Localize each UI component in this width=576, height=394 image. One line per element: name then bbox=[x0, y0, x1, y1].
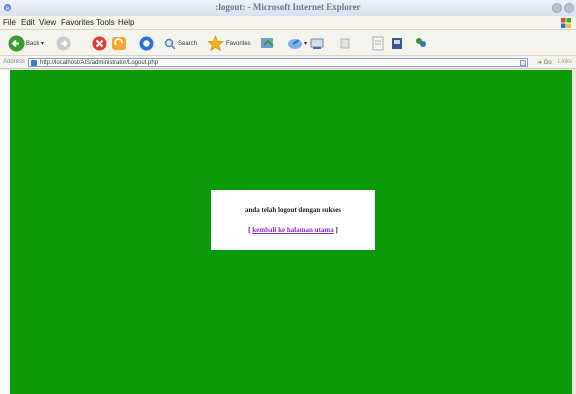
title-bar: e :logout: - Microsoft Internet Explorer bbox=[0, 0, 576, 16]
windows-logo-icon bbox=[561, 18, 571, 28]
browser-window: e :logout: - Microsoft Internet Explorer… bbox=[0, 0, 576, 394]
menu-favorites[interactable]: Favorites bbox=[61, 18, 94, 27]
menu-edit[interactable]: Edit bbox=[21, 18, 35, 27]
minimize-button[interactable] bbox=[552, 3, 562, 13]
mail-icon[interactable] bbox=[310, 37, 324, 50]
refresh-icon[interactable] bbox=[111, 36, 127, 51]
go-button[interactable]: ➜ Go bbox=[537, 59, 552, 66]
back-icon[interactable] bbox=[8, 35, 25, 52]
address-url[interactable]: http://localhost/AIS/administrator/Logou… bbox=[40, 59, 158, 67]
page-icon bbox=[31, 60, 37, 66]
menu-file[interactable]: File bbox=[3, 18, 16, 27]
menu-help[interactable]: Help bbox=[118, 18, 134, 27]
bracket-close: ] bbox=[335, 226, 338, 234]
menu-view[interactable]: View bbox=[39, 18, 56, 27]
home-icon[interactable] bbox=[139, 36, 154, 51]
search-icon[interactable] bbox=[164, 38, 176, 50]
links-button[interactable]: Links bbox=[558, 59, 572, 65]
address-dropdown-icon[interactable] bbox=[520, 60, 526, 66]
close-button[interactable] bbox=[564, 3, 574, 13]
forward-icon[interactable] bbox=[56, 36, 71, 51]
address-label: Address bbox=[3, 59, 26, 65]
logout-message-box: anda telah logout dengan sukses [ kembal… bbox=[211, 190, 375, 250]
menu-bar: File Edit View Favorites Tools Help bbox=[0, 16, 576, 30]
favorites-star-icon[interactable] bbox=[207, 35, 224, 52]
home-link[interactable]: kembali ke halaman utama bbox=[252, 226, 333, 234]
media-icon[interactable] bbox=[260, 36, 276, 51]
discuss-icon[interactable] bbox=[391, 37, 403, 50]
address-bar: Address http://localhost/AIS/administrat… bbox=[0, 56, 576, 69]
home-link-line: [ kembali ke halaman utama ] bbox=[211, 226, 375, 234]
back-label[interactable]: Back bbox=[26, 41, 39, 47]
favorites-label[interactable]: Favorites bbox=[226, 41, 251, 47]
messenger-icon[interactable] bbox=[414, 36, 428, 50]
stop-icon[interactable] bbox=[92, 36, 107, 51]
menu-tools[interactable]: Tools bbox=[96, 18, 115, 27]
page-content: anda telah logout dengan sukses [ kembal… bbox=[10, 70, 572, 394]
go-label[interactable]: Go bbox=[544, 60, 552, 66]
window-left-edge bbox=[0, 70, 10, 394]
logout-message: anda telah logout dengan sukses bbox=[244, 206, 342, 214]
search-label[interactable]: Search bbox=[178, 41, 197, 47]
address-input[interactable]: http://localhost/AIS/administrator/Logou… bbox=[28, 58, 528, 67]
standard-toolbar: Back ▾ Search Favorites ▾ bbox=[0, 30, 576, 56]
bracket-open: [ bbox=[248, 226, 251, 234]
chevron-down-icon[interactable]: ▾ bbox=[41, 40, 44, 47]
chevron-down-icon[interactable]: ▾ bbox=[304, 40, 307, 47]
history-icon[interactable] bbox=[287, 36, 303, 51]
print-icon[interactable] bbox=[340, 38, 350, 49]
edit-icon[interactable] bbox=[372, 36, 384, 51]
window-title: :logout: - Microsoft Internet Explorer bbox=[215, 2, 361, 12]
vertical-scrollbar[interactable] bbox=[572, 70, 576, 394]
